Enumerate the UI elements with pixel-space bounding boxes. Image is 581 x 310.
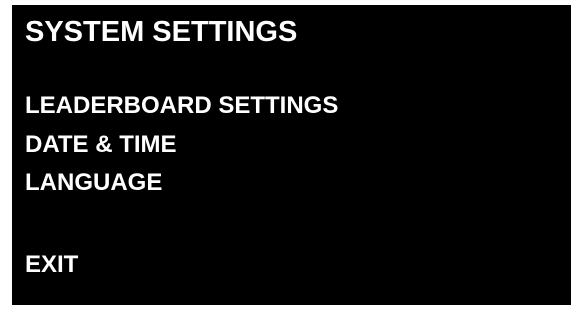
menu-item-language[interactable]: LANGUAGE: [25, 168, 162, 198]
menu-item-leaderboard-settings[interactable]: LEADERBOARD SETTINGS: [25, 91, 338, 121]
page-title: SYSTEM SETTINGS: [25, 16, 298, 48]
system-settings-screen: SYSTEM SETTINGS LEADERBOARD SETTINGS DAT…: [12, 5, 571, 305]
exit-button[interactable]: EXIT: [25, 250, 78, 280]
menu-item-date-time[interactable]: DATE & TIME: [25, 130, 177, 160]
